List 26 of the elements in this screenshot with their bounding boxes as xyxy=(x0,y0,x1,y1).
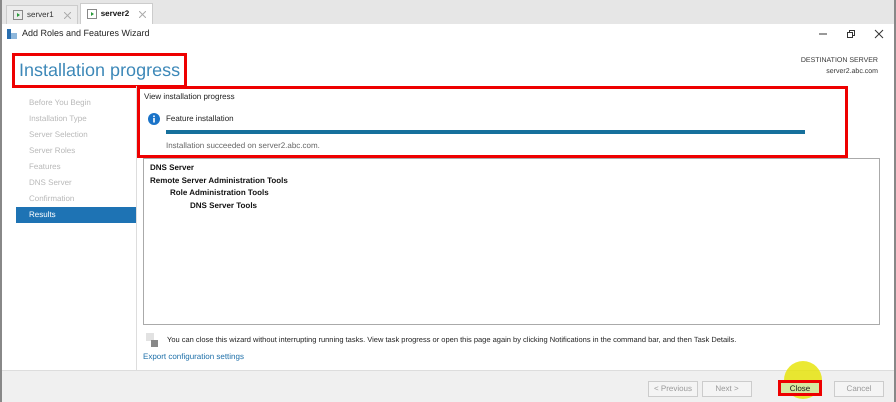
status-message: Installation succeeded on server2.abc.com. xyxy=(166,140,321,152)
nav-item[interactable]: DNS Server xyxy=(16,175,136,191)
nav-item[interactable]: Before You Begin xyxy=(16,95,136,111)
nav-item[interactable]: Features xyxy=(16,159,136,175)
nav-item[interactable]: Results xyxy=(16,207,136,223)
close-icon[interactable] xyxy=(874,29,884,39)
info-icon xyxy=(148,113,160,125)
tab[interactable]: server2 xyxy=(80,3,154,24)
nav-item[interactable]: Server Selection xyxy=(16,127,136,143)
result-item: DNS Server xyxy=(150,162,194,174)
page-heading: Installation progress xyxy=(19,60,180,80)
export-link[interactable]: Export configuration settings xyxy=(143,351,244,363)
tab[interactable]: server1 xyxy=(6,5,78,24)
window-title: Add Roles and Features Wizard xyxy=(22,27,150,40)
result-item: DNS Server Tools xyxy=(190,200,257,212)
section-title: View installation progress xyxy=(144,91,236,103)
progress-label: Feature installation xyxy=(166,113,234,125)
server-icon xyxy=(86,9,97,19)
nav-item[interactable]: Installation Type xyxy=(16,111,136,127)
result-item: Role Administration Tools xyxy=(170,187,269,199)
nav-item[interactable]: Server Roles xyxy=(16,143,136,159)
server-icon xyxy=(13,10,23,20)
nav-item[interactable]: Confirmation xyxy=(16,191,136,207)
restore-icon[interactable] xyxy=(846,29,856,39)
wizard-icon xyxy=(6,28,18,40)
result-item: Remote Server Administration Tools xyxy=(150,174,288,186)
